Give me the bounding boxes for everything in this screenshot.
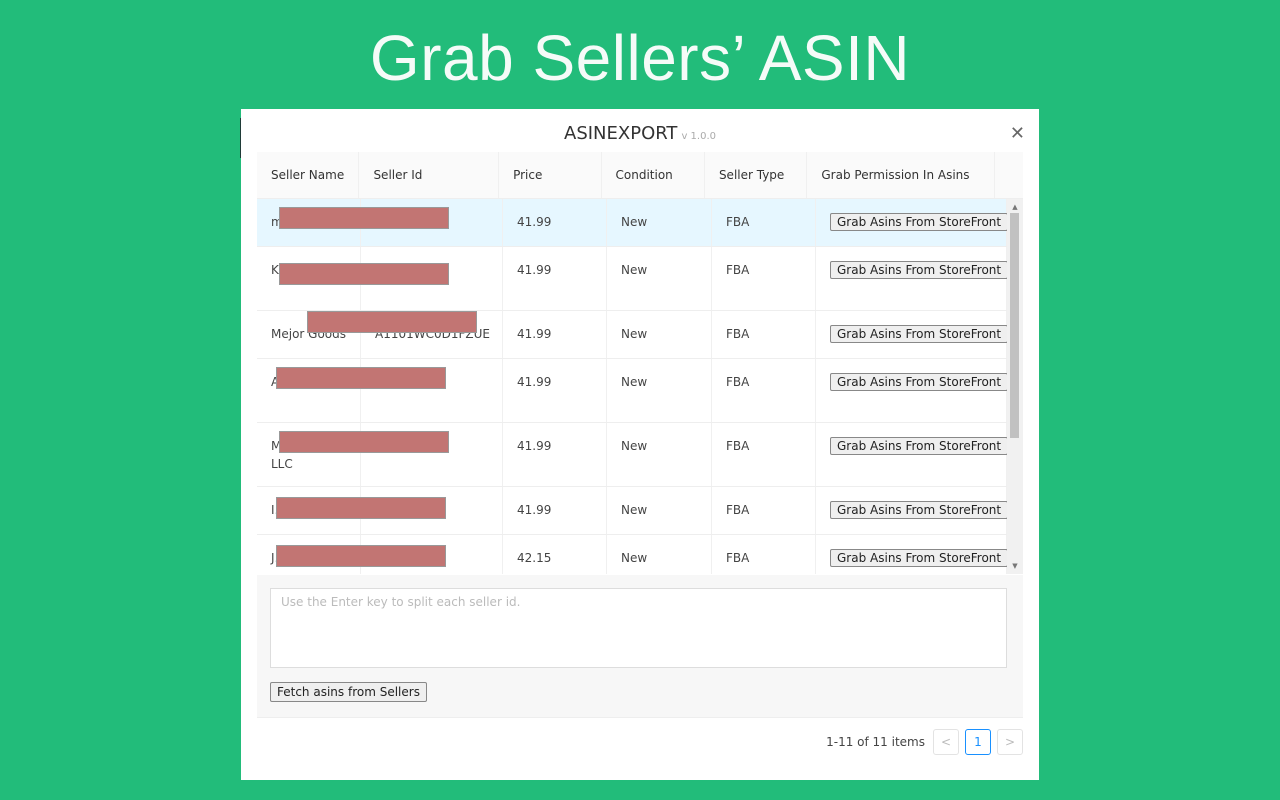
page-1-button[interactable]: 1 (965, 729, 991, 755)
condition-cell: New (607, 359, 712, 422)
grab-permission-cell: Grab Asins From StoreFront (816, 311, 1007, 358)
grab-permission-cell: Grab Asins From StoreFront (816, 535, 1007, 574)
table-row[interactable]: m1W6E41.99NewFBAGrab Asins From StoreFro… (257, 199, 1007, 247)
grab-permission-cell: Grab Asins From StoreFront (816, 359, 1007, 422)
condition-cell: New (607, 311, 712, 358)
price-cell: 41.99 (503, 247, 607, 310)
seller-input-panel: Fetch asins from Sellers (257, 575, 1023, 718)
price-cell: 42.15 (503, 535, 607, 574)
asinexport-modal: ASINEXPORT v 1.0.0 ✕ Seller Name Seller I… (241, 109, 1039, 780)
grab-asins-storefront-button[interactable]: Grab Asins From StoreFront (830, 437, 1007, 455)
redaction-box (307, 311, 477, 333)
seller-type-cell: FBA (712, 535, 816, 574)
close-icon[interactable]: ✕ (1010, 123, 1025, 145)
condition-cell: New (607, 247, 712, 310)
prev-page-button[interactable]: < (933, 729, 959, 755)
pagination-summary: 1-11 of 11 items (826, 735, 925, 749)
seller-type-cell: FBA (712, 487, 816, 534)
grab-asins-storefront-button[interactable]: Grab Asins From StoreFront (830, 373, 1007, 391)
modal-title: ASINEXPORT v 1.0.0 (241, 123, 1039, 144)
grab-asins-storefront-button[interactable]: Grab Asins From StoreFront (830, 213, 1007, 231)
seller-type-cell: FBA (712, 247, 816, 310)
seller-type-cell: FBA (712, 423, 816, 486)
app-version: v 1.0.0 (681, 131, 716, 142)
price-cell: 41.99 (503, 199, 607, 246)
grab-asins-storefront-button[interactable]: Grab Asins From StoreFront (830, 261, 1007, 279)
table-row[interactable]: Mejor Goods A1101WC0D1FZUE 41.99 New FBA Grab… (257, 311, 1007, 359)
seller-ids-input[interactable] (270, 588, 1007, 668)
table-row[interactable]: Ka… KlosetMJGV541.99NewFBAGrab Asins Fro… (257, 247, 1007, 311)
table-header: Seller Name Seller Id Price Condition Se… (257, 152, 1023, 199)
scroll-down-icon[interactable]: ▼ (1007, 560, 1023, 572)
price-cell: 41.99 (503, 423, 607, 486)
seller-type-cell: FBA (712, 359, 816, 422)
pagination: 1-11 of 11 items < 1 > (826, 729, 1023, 755)
app-name: ASINEXPORT (564, 123, 678, 144)
grab-asins-storefront-button[interactable]: Grab Asins From StoreFront (830, 501, 1007, 519)
column-header-seller-type[interactable]: Seller Type (705, 152, 808, 198)
fetch-asins-button[interactable]: Fetch asins from Sellers (270, 682, 427, 702)
headline: Grab Sellers’ ASIN (369, 22, 911, 94)
grab-permission-cell: Grab Asins From StoreFront (816, 423, 1007, 486)
redaction-box (279, 207, 449, 229)
price-cell: 41.99 (503, 359, 607, 422)
table-row[interactable]: J…W6E9X42.15NewFBAGrab Asins From StoreF… (257, 535, 1007, 574)
next-page-button[interactable]: > (997, 729, 1023, 755)
table-body: m1W6E41.99NewFBAGrab Asins From StoreFro… (257, 199, 1007, 574)
column-header-seller-id[interactable]: Seller Id (359, 152, 500, 198)
table-row[interactable]: A… GoodsMQUWS41.99NewFBAGrab Asins From … (257, 359, 1007, 423)
scroll-up-icon[interactable]: ▲ (1007, 201, 1023, 213)
grab-permission-cell: Grab Asins From StoreFront (816, 247, 1007, 310)
condition-cell: New (607, 423, 712, 486)
grab-permission-cell: Grab Asins From StoreFront (816, 199, 1007, 246)
grab-asins-storefront-button[interactable]: Grab Asins From StoreFront (830, 549, 1007, 567)
grab-permission-cell: Grab Asins From StoreFront (816, 487, 1007, 534)
column-header-price[interactable]: Price (499, 152, 602, 198)
condition-cell: New (607, 535, 712, 574)
table-row[interactable]: M… Market LLCT1I741.99NewFBAGrab Asins F… (257, 423, 1007, 487)
price-cell: 41.99 (503, 487, 607, 534)
price-cell: 41.99 (503, 311, 607, 358)
sellers-table: Seller Name Seller Id Price Condition Se… (257, 152, 1023, 575)
seller-type-cell: FBA (712, 311, 816, 358)
column-header-condition[interactable]: Condition (602, 152, 705, 198)
redaction-box (276, 367, 446, 389)
condition-cell: New (607, 487, 712, 534)
table-row[interactable]: I…NA7D41.99NewFBAGrab Asins From StoreFr… (257, 487, 1007, 535)
redaction-box (279, 431, 449, 453)
redaction-box (279, 263, 449, 285)
column-header-grab-permission[interactable]: Grab Permission In Asins (807, 152, 995, 198)
scrollbar-thumb[interactable] (1010, 213, 1019, 438)
header-spacer (995, 152, 1023, 198)
grab-asins-storefront-button[interactable]: Grab Asins From StoreFront (830, 325, 1007, 343)
seller-type-cell: FBA (712, 199, 816, 246)
condition-cell: New (607, 199, 712, 246)
table-scrollbar[interactable]: ▲ ▼ (1007, 199, 1023, 574)
column-header-seller-name[interactable]: Seller Name (257, 152, 360, 198)
redaction-box (276, 497, 446, 519)
redaction-box (276, 545, 446, 567)
